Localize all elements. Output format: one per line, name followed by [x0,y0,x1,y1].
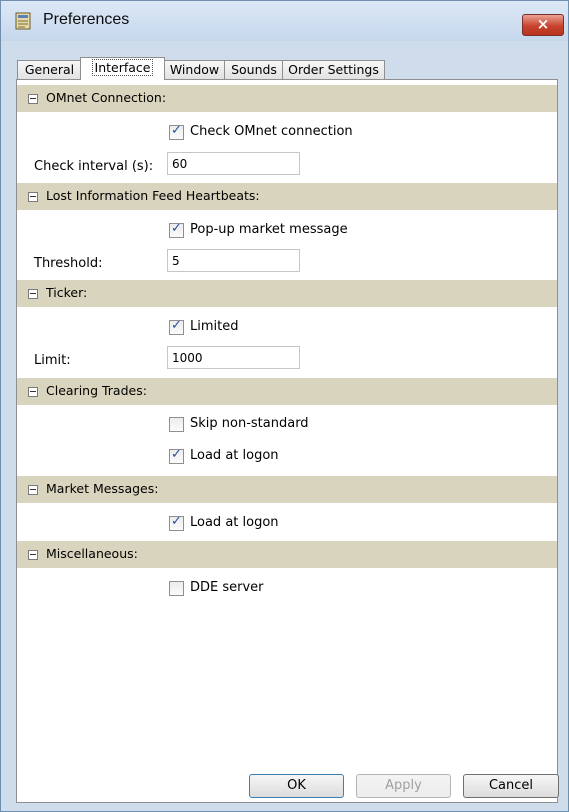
checkbox-label: DDE server [190,580,264,595]
collapse-icon[interactable] [28,387,38,397]
clearing-load-at-logon-checkbox[interactable] [169,447,184,464]
interface-tab-panel: OMnet Connection: Check OMnet connection… [16,79,558,803]
check-interval-input[interactable]: 60 [167,152,300,175]
tab-interface-label: Interface [91,59,154,76]
section-title: Ticker: [46,285,88,300]
preferences-app-icon [15,12,31,30]
preferences-window: Preferences × General Interface Window S… [0,0,569,812]
apply-button[interactable]: Apply [356,774,451,798]
popup-market-message-checkbox[interactable] [169,221,184,238]
checkbox-label: Check OMnet connection [190,124,353,139]
limit-label: Limit: [34,353,71,368]
collapse-icon[interactable] [28,550,38,560]
ok-button[interactable]: OK [249,774,344,798]
section-omnet-connection[interactable]: OMnet Connection: [17,85,557,112]
check-omnet-connection-checkbox[interactable] [169,123,184,140]
dde-server-checkbox[interactable] [169,581,184,596]
section-lost-heartbeats[interactable]: Lost Information Feed Heartbeats: [17,183,557,210]
title-bar[interactable]: Preferences × [1,1,568,41]
checkbox-label: Limited [190,319,239,334]
checkbox-label: Load at logon [190,448,279,463]
limited-checkbox[interactable] [169,318,184,335]
section-title: OMnet Connection: [46,90,167,105]
collapse-icon[interactable] [28,485,38,495]
cancel-button[interactable]: Cancel [463,774,559,798]
threshold-input[interactable]: 5 [167,249,300,272]
section-market-messages[interactable]: Market Messages: [17,476,557,503]
section-miscellaneous[interactable]: Miscellaneous: [17,541,557,568]
checkbox-label: Skip non-standard [190,416,309,431]
section-ticker[interactable]: Ticker: [17,280,557,307]
checkbox-label: Pop-up market message [190,222,348,237]
close-button[interactable]: × [522,14,564,36]
tab-interface[interactable]: Interface [80,57,165,80]
close-icon: × [536,15,550,33]
collapse-icon[interactable] [28,289,38,299]
market-messages-load-at-logon-checkbox[interactable] [169,514,184,531]
section-title: Market Messages: [46,481,159,496]
section-clearing-trades[interactable]: Clearing Trades: [17,378,557,405]
section-title: Miscellaneous: [46,546,138,561]
threshold-label: Threshold: [34,256,103,271]
checkbox-label: Load at logon [190,515,279,530]
tab-order-settings[interactable]: Order Settings [282,60,385,79]
section-title: Lost Information Feed Heartbeats: [46,188,260,203]
tab-window[interactable]: Window [163,60,226,79]
tab-general[interactable]: General [17,60,82,79]
limit-input[interactable]: 1000 [167,346,300,369]
check-interval-label: Check interval (s): [34,159,154,174]
section-title: Clearing Trades: [46,383,147,398]
collapse-icon[interactable] [28,192,38,202]
collapse-icon[interactable] [28,94,38,104]
tab-sounds[interactable]: Sounds [224,60,284,79]
window-title: Preferences [43,11,130,28]
tab-strip: General Interface Window Sounds Order Se… [11,57,551,80]
skip-non-standard-checkbox[interactable] [169,417,184,432]
